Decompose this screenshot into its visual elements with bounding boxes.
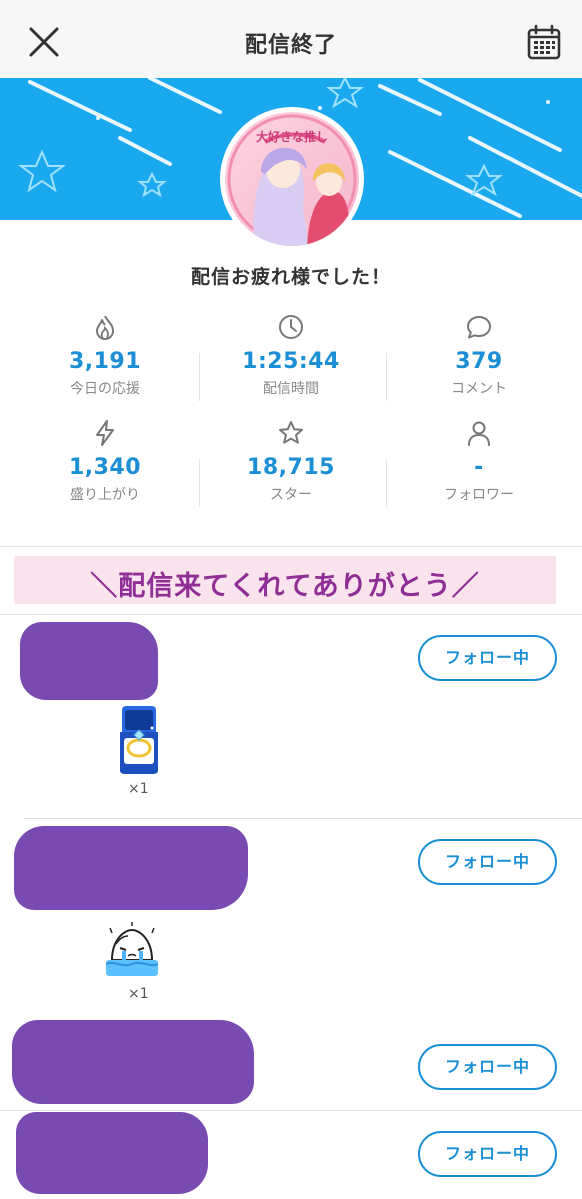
stat-label: 今日の応援 (70, 381, 140, 397)
stat-label: フォロワー (444, 487, 514, 503)
ring-box-icon (120, 706, 158, 774)
stat-comments: 379 コメント (386, 313, 572, 398)
stat-label: スター (270, 487, 312, 503)
gift-count: ×1 (128, 986, 149, 1002)
following-button[interactable]: フォロー中 (418, 635, 557, 681)
top-bar: 配信終了 (0, 0, 582, 78)
stat-label: 配信時間 (263, 381, 319, 397)
stat-value: 18,715 (247, 455, 335, 480)
star-icon (279, 421, 303, 444)
stat-support: 3,191 今日の応援 (12, 313, 198, 398)
comment-icon (467, 316, 491, 339)
redacted-username (12, 1020, 254, 1104)
redacted-username (16, 1112, 208, 1194)
person-icon (468, 421, 490, 446)
lightning-icon (96, 420, 114, 446)
avatar[interactable]: 大好きな推し (220, 107, 364, 251)
thanks-message: 配信お疲れ様でした！ (190, 266, 391, 288)
stat-value: 1:25:44 (242, 349, 340, 374)
row-divider (24, 818, 582, 819)
stat-value: 3,191 (68, 349, 142, 374)
stat-stars: 18,715 スター (198, 419, 384, 504)
redacted-username (20, 622, 158, 700)
redacted-username (14, 826, 248, 910)
following-button[interactable]: フォロー中 (418, 1044, 557, 1090)
flame-icon (96, 315, 114, 340)
stat-value: - (474, 455, 484, 480)
calendar-icon[interactable] (526, 24, 562, 62)
following-button[interactable]: フォロー中 (418, 1131, 557, 1177)
stat-followers: - フォロワー (386, 419, 572, 504)
stat-duration: 1:25:44 配信時間 (198, 313, 384, 398)
avatar-caption: 大好きな推し (256, 129, 328, 144)
stat-value: 1,340 (68, 455, 142, 480)
section-divider (0, 614, 582, 615)
section-divider (0, 546, 582, 547)
gift-count: ×1 (128, 781, 149, 797)
stat-excitement: 1,340 盛り上がり (12, 419, 198, 504)
stat-value: 379 (455, 349, 503, 374)
clock-icon (279, 315, 303, 339)
thanks-banner-text: ＼配信来てくれてありがとう／ (90, 571, 480, 602)
row-divider (0, 1110, 582, 1111)
stat-label: 盛り上がり (70, 487, 140, 503)
following-button[interactable]: フォロー中 (418, 839, 557, 885)
stat-label: コメント (451, 381, 507, 397)
avatar-image: 大好きな推し (225, 112, 359, 246)
thanks-banner: ＼配信来てくれてありがとう／ (14, 556, 556, 604)
page-title: 配信終了 (244, 33, 337, 58)
crying-character-icon (105, 922, 159, 976)
